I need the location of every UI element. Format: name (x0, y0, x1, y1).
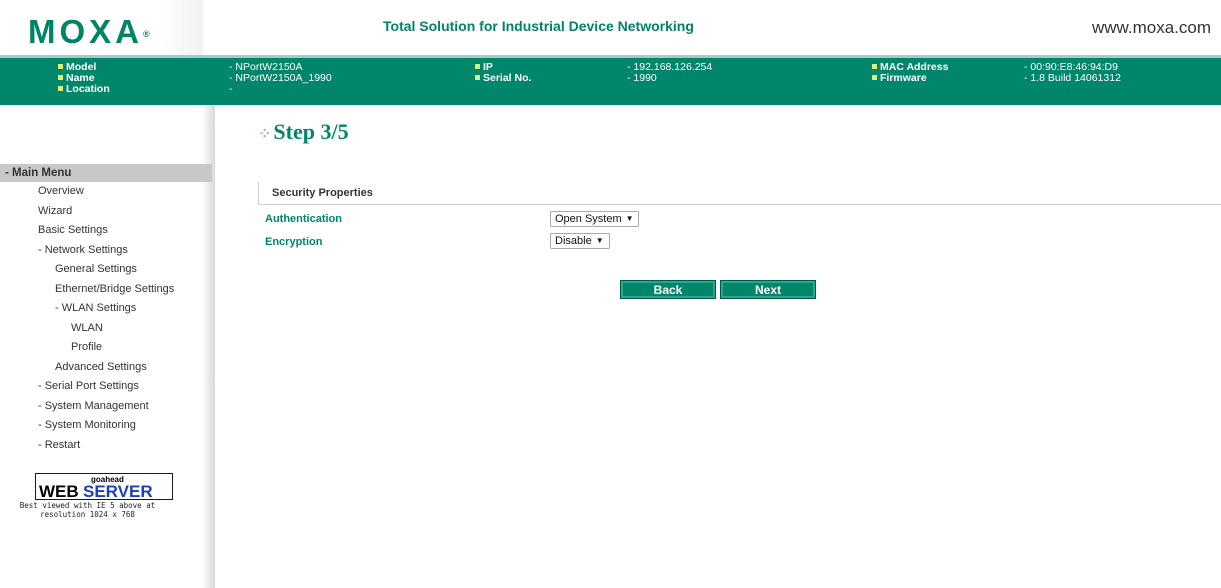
browser-note-line1: Best viewed with IE 5 above at (19, 501, 156, 510)
registered-mark: ® (143, 29, 150, 39)
menu-item-system-monitoring[interactable]: - System Monitoring (38, 419, 136, 431)
web-text: WEB (39, 482, 79, 501)
menu-item-serial-port-settings[interactable]: - Serial Port Settings (38, 380, 139, 392)
encryption-value: Disable (555, 235, 592, 247)
main-menu-header[interactable]: - Main Menu (0, 164, 212, 182)
website-link[interactable]: www.moxa.com (1092, 18, 1211, 38)
device-info-bar: Model - NPortW2150A IP - 192.168.126.254… (0, 55, 1221, 105)
top-header: MOXA® Total Solution for Industrial Devi… (0, 0, 1221, 55)
authentication-value: Open System (555, 213, 622, 225)
location-value: - (229, 83, 233, 95)
section-title: Security Properties (272, 187, 373, 199)
menu-item-basic-settings[interactable]: Basic Settings (38, 224, 108, 236)
page-title: ⁘Step 3/5 (258, 119, 349, 145)
back-button[interactable]: Back (620, 280, 716, 299)
logo-text: MOXA (28, 13, 143, 50)
authentication-select[interactable]: Open System ▼ (550, 211, 639, 227)
chevron-down-icon: ▼ (625, 214, 634, 223)
tagline: Total Solution for Industrial Device Net… (383, 18, 694, 34)
menu-item-network-settings[interactable]: - Network Settings (38, 244, 128, 256)
authentication-label: Authentication (265, 213, 342, 225)
browser-note: Best viewed with IE 5 above at resolutio… (5, 501, 170, 519)
menu-item-wlan[interactable]: WLAN (71, 322, 103, 334)
next-button[interactable]: Next (720, 280, 816, 299)
menu-item-general-settings[interactable]: General Settings (55, 263, 137, 275)
chevron-down-icon: ▼ (595, 236, 604, 245)
browser-note-line2: resolution 1024 x 768 (40, 510, 135, 519)
moxa-logo[interactable]: MOXA® (28, 14, 150, 50)
server-text: SERVER (83, 482, 153, 501)
encryption-select[interactable]: Disable ▼ (550, 233, 610, 249)
menu-item-restart[interactable]: - Restart (38, 439, 80, 451)
goahead-webserver-badge: goahead WEB SERVER (35, 473, 173, 501)
section-header: Security Properties (258, 182, 1221, 205)
menu-item-wizard[interactable]: Wizard (38, 205, 72, 217)
location-label: Location (58, 83, 110, 95)
sidebar: - Main Menu Overview Wizard Basic Settin… (0, 105, 215, 588)
encryption-label: Encryption (265, 236, 323, 248)
step-dots-icon: ⁘ (258, 126, 272, 143)
step-title-text: Step 3/5 (273, 119, 349, 144)
menu-item-wlan-settings[interactable]: - WLAN Settings (55, 302, 136, 314)
menu-item-overview[interactable]: Overview (38, 185, 84, 197)
menu-item-ethernet-bridge-settings[interactable]: Ethernet/Bridge Settings (55, 283, 174, 295)
menu-item-advanced-settings[interactable]: Advanced Settings (55, 361, 147, 373)
logo-area: MOXA® (0, 0, 203, 55)
menu-item-system-management[interactable]: - System Management (38, 400, 149, 412)
menu-item-profile[interactable]: Profile (71, 341, 102, 353)
